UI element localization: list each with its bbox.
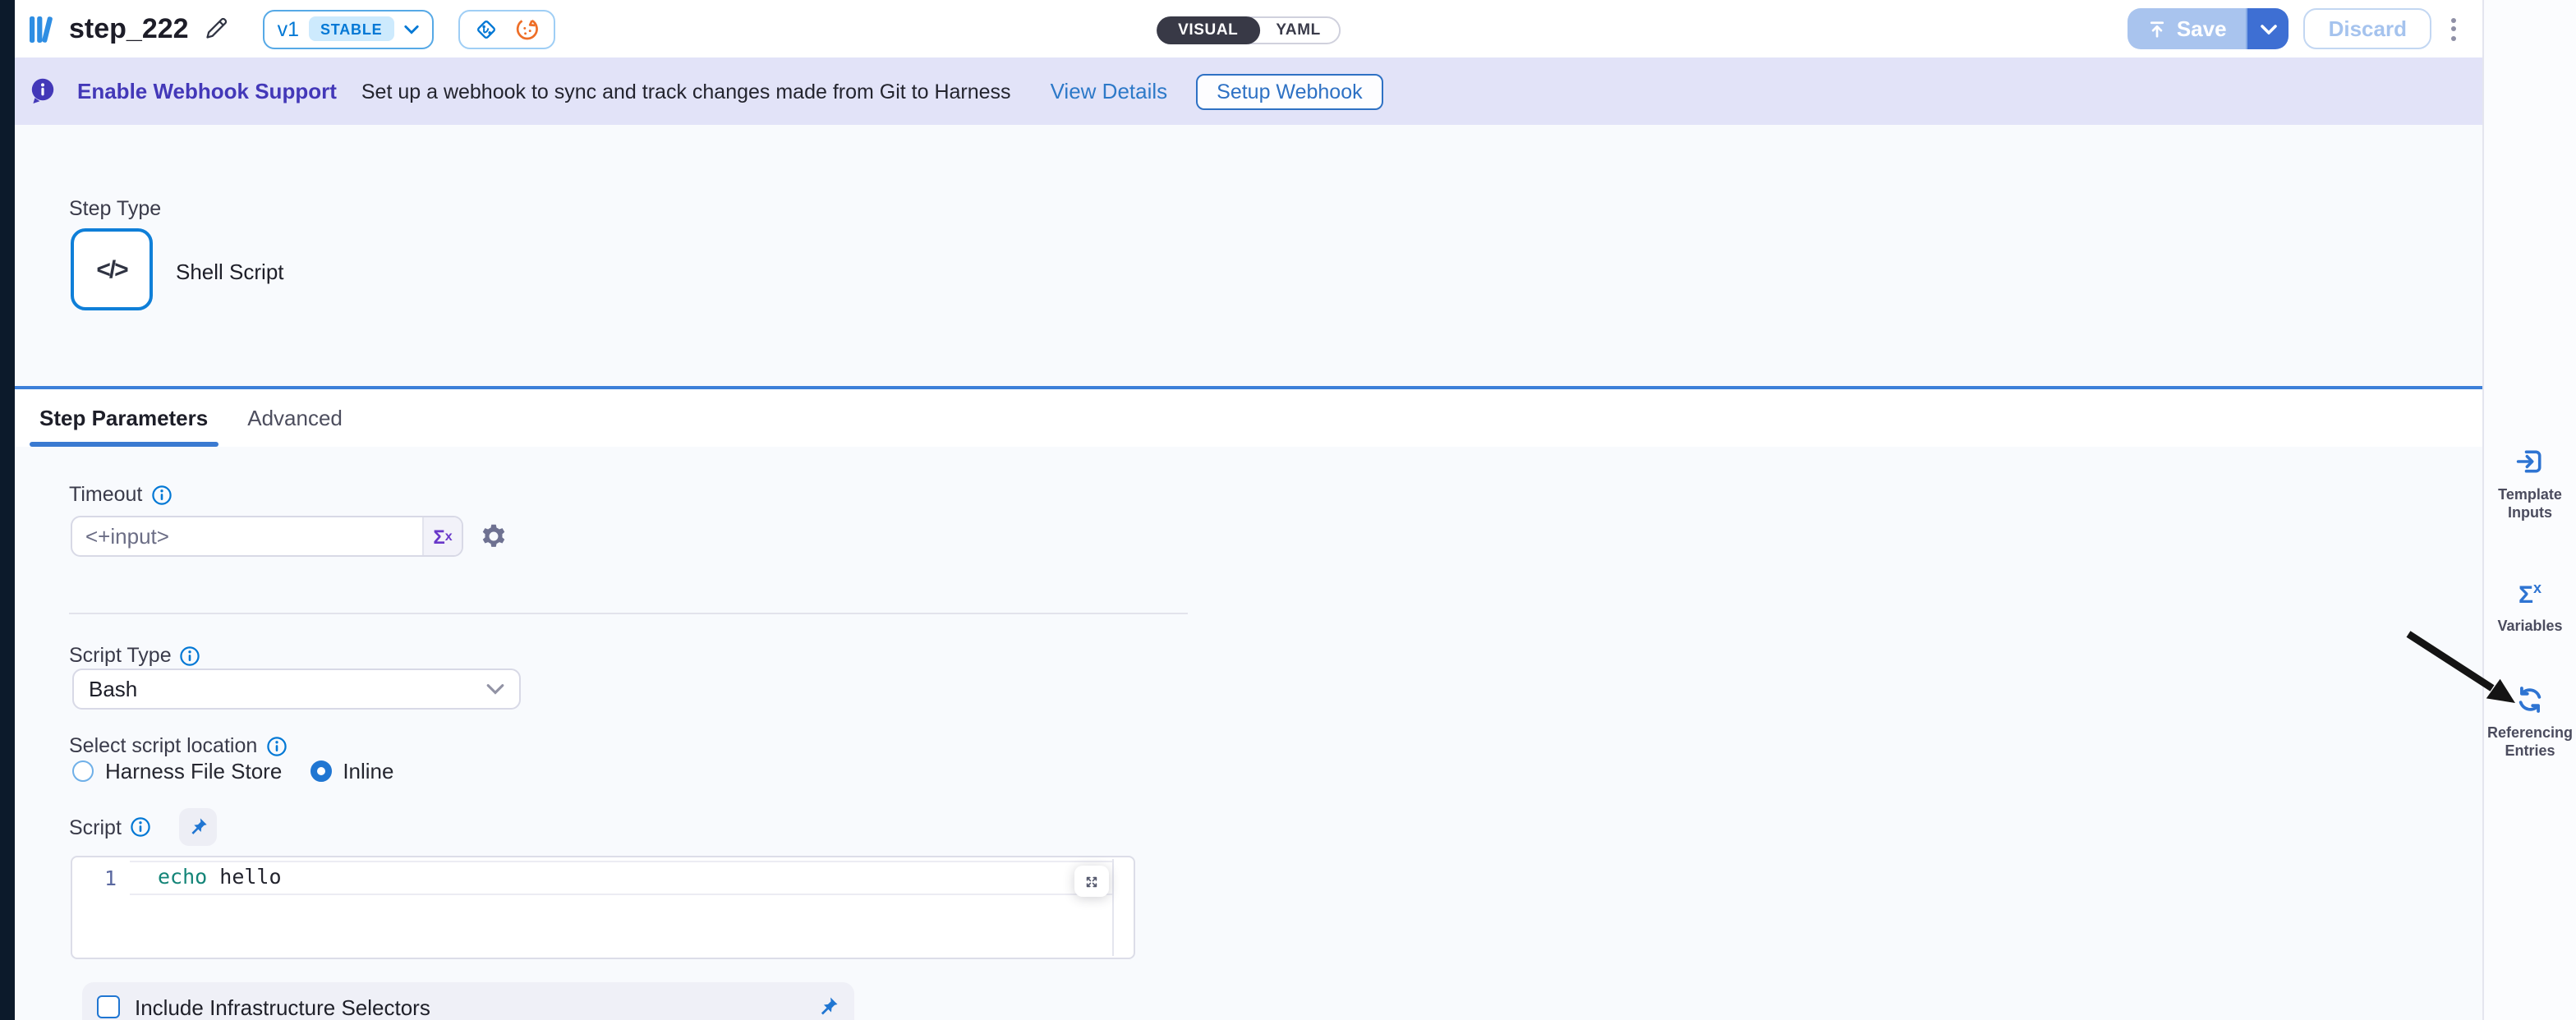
collapsed-nav-strip	[0, 0, 15, 1020]
version-label: v1	[278, 17, 299, 40]
git-sync-icon[interactable]	[472, 16, 499, 42]
version-selector[interactable]: v1 STABLE	[263, 9, 434, 48]
include-infra-checkbox[interactable]	[97, 995, 120, 1018]
expression-icon[interactable]: Σx	[422, 517, 462, 555]
tabbar: Step Parameters Advanced	[15, 386, 2482, 447]
rail-label: Template Inputs	[2492, 486, 2568, 521]
radio-label-inline: Inline	[343, 759, 393, 783]
script-code-editor[interactable]: 1 echo hello	[71, 856, 1135, 959]
header: step_222 v1 STABLE	[15, 0, 2482, 57]
script-location-radios: Harness File Store Inline	[72, 759, 393, 783]
entity-badges-group	[458, 9, 554, 48]
script-type-value: Bash	[89, 677, 137, 701]
discard-button[interactable]: Discard	[2304, 8, 2431, 49]
timeout-input[interactable]	[72, 524, 422, 549]
rail-label: Referencing Entries	[2486, 724, 2574, 759]
include-infra-row: Include Infrastructure Selectors	[82, 982, 854, 1020]
variables-icon: Σx	[2518, 577, 2542, 608]
script-label: Script	[69, 816, 122, 839]
webhook-banner: Enable Webhook Support Set up a webhook …	[15, 57, 2482, 125]
gear-icon[interactable]	[480, 522, 508, 550]
save-button[interactable]: Save	[2128, 8, 2247, 49]
save-label: Save	[2177, 16, 2227, 41]
version-stable-badge: STABLE	[309, 16, 393, 41]
template-right-rail: Template Inputs Σx Variables Referencing…	[2482, 0, 2576, 1020]
tab-step-parameters[interactable]: Step Parameters	[30, 389, 218, 447]
tab-advanced[interactable]: Advanced	[237, 389, 352, 447]
template-inputs-icon	[2515, 447, 2545, 476]
expand-editor-button[interactable]	[1074, 866, 1109, 897]
setup-webhook-button[interactable]: Setup Webhook	[1195, 73, 1383, 109]
script-type-label: Script Type	[69, 644, 172, 667]
main-panel: step_222 v1 STABLE	[15, 0, 2482, 1020]
step-type-value: Shell Script	[176, 260, 284, 284]
pin-icon	[187, 816, 209, 838]
cache-icon[interactable]	[513, 16, 540, 42]
toggle-yaml[interactable]: YAML	[1258, 18, 1339, 43]
info-icon	[130, 816, 151, 838]
timeout-input-wrap: Σx	[71, 516, 463, 557]
chevron-down-icon	[403, 24, 418, 34]
step-type-label: Step Type	[69, 197, 161, 220]
radio-inline[interactable]	[310, 760, 331, 782]
section-divider	[69, 613, 1188, 614]
script-location-label: Select script location	[69, 734, 257, 757]
save-split-button: Save	[2128, 8, 2289, 49]
template-studio-page: step_222 v1 STABLE	[0, 0, 2576, 1020]
step-type-card[interactable]: </>	[71, 228, 153, 310]
line-number: 1	[72, 866, 117, 890]
timeout-label: Timeout	[69, 483, 142, 506]
rail-item-variables[interactable]: Σx Variables	[2484, 577, 2576, 635]
chevron-down-icon	[2261, 24, 2277, 34]
info-icon	[180, 645, 201, 666]
toggle-visual[interactable]: VISUAL	[1157, 16, 1259, 44]
pin-icon	[816, 995, 840, 1018]
radio-label-file-store: Harness File Store	[105, 759, 282, 783]
pin-runtime-input-button[interactable]	[179, 808, 217, 846]
banner-message: Set up a webhook to sync and track chang…	[361, 80, 1011, 103]
script-type-select[interactable]: Bash	[72, 669, 521, 710]
visual-yaml-toggle: VISUAL YAML	[1157, 16, 1341, 44]
view-details-link[interactable]: View Details	[1051, 79, 1168, 103]
code-icon: </>	[96, 255, 126, 283]
upload-icon	[2147, 19, 2167, 39]
info-icon	[150, 484, 172, 505]
radio-harness-file-store[interactable]	[72, 760, 94, 782]
save-options-button[interactable]	[2247, 8, 2289, 49]
page-title: step_222	[69, 12, 189, 45]
code-line: echo hello	[158, 864, 282, 889]
edit-name-icon[interactable]	[204, 16, 228, 41]
pin-runtime-input-button[interactable]	[816, 995, 840, 1018]
rail-item-template-inputs[interactable]: Template Inputs	[2484, 447, 2576, 521]
editor-scrollbar[interactable]	[1112, 859, 1114, 956]
chevron-down-icon	[486, 683, 504, 695]
step-form: Step Type </> Shell Script Step Paramete…	[15, 125, 2482, 1020]
rail-label: Variables	[2486, 618, 2574, 635]
info-icon	[265, 735, 287, 756]
template-library-icon	[28, 14, 54, 44]
code-keyword: echo	[158, 864, 207, 889]
include-infra-label: Include Infrastructure Selectors	[135, 995, 430, 1019]
referencing-entries-icon	[2515, 685, 2545, 714]
banner-title: Enable Webhook Support	[77, 79, 337, 103]
rail-item-referencing-entries[interactable]: Referencing Entries	[2484, 685, 2576, 759]
more-options-button[interactable]	[2446, 12, 2461, 45]
code-text: hello	[207, 864, 281, 889]
fullscreen-icon	[1084, 871, 1099, 891]
info-bubble-icon	[30, 77, 56, 105]
